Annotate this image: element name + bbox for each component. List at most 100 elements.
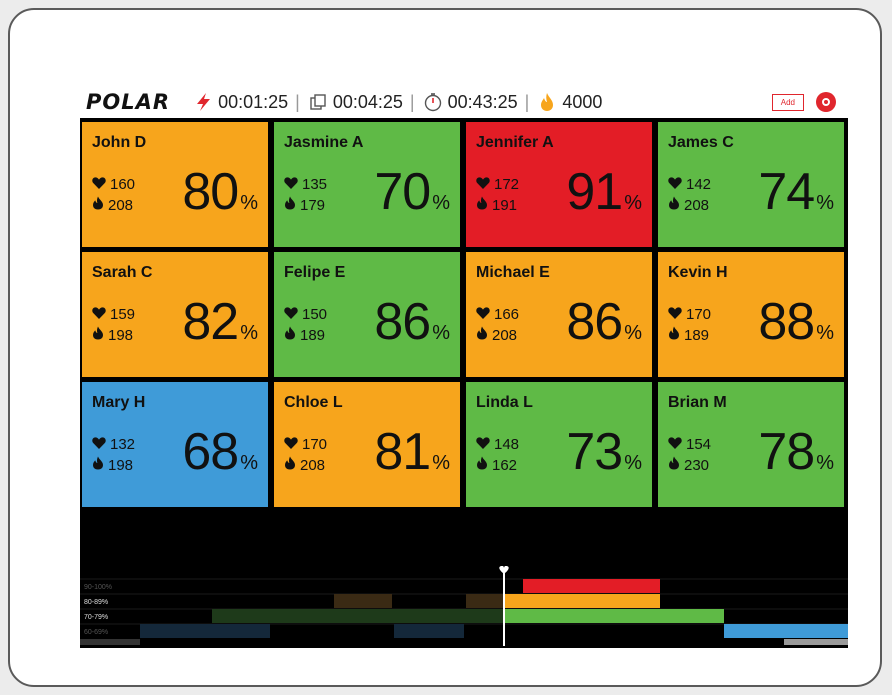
heart-icon bbox=[668, 176, 686, 193]
hr-percentage: 88% bbox=[758, 296, 834, 348]
calories-value: 189 bbox=[300, 326, 326, 344]
zone-bar-green bbox=[504, 609, 724, 623]
calories: 162 bbox=[476, 456, 517, 474]
hr-percentage: 74% bbox=[758, 166, 834, 218]
athlete-tile[interactable]: Kevin H 170 189 88% bbox=[658, 252, 844, 377]
hr-percentage: 81% bbox=[374, 426, 450, 478]
athlete-tile[interactable]: Jennifer A 172 191 91% bbox=[466, 122, 652, 247]
hr-percentage: 68% bbox=[182, 426, 258, 478]
lane-label-90: 90-100% bbox=[84, 584, 112, 591]
lane-label-80: 80-89% bbox=[84, 599, 108, 606]
calories: 208 bbox=[284, 456, 325, 474]
heart-icon bbox=[476, 176, 494, 193]
percentage-unit: % bbox=[432, 322, 450, 344]
separator: | bbox=[409, 91, 415, 112]
percentage-value: 91 bbox=[566, 163, 623, 221]
athlete-name: Chloe L bbox=[284, 394, 343, 411]
calories-value: 208 bbox=[492, 326, 518, 344]
top-bar: POLAR 00:01:25 | 00:04:25 | 00:43:25 | 4… bbox=[80, 86, 848, 118]
athlete-tile[interactable]: James C 142 208 74% bbox=[658, 122, 844, 247]
percentage-unit: % bbox=[816, 322, 834, 344]
heart-icon bbox=[476, 436, 494, 453]
calories: 208 bbox=[668, 196, 709, 214]
percentage-value: 78 bbox=[758, 423, 815, 481]
stopwatch-icon bbox=[422, 91, 444, 113]
segment-time: 00:04:25 bbox=[307, 91, 403, 113]
athlete-name: Kevin H bbox=[668, 264, 728, 281]
athlete-name: Jasmine A bbox=[284, 134, 364, 151]
calories: 191 bbox=[476, 196, 517, 214]
zone-bar-grey bbox=[80, 639, 140, 645]
percentage-value: 73 bbox=[566, 423, 623, 481]
heart-rate-value: 170 bbox=[686, 306, 712, 323]
athlete-name: John D bbox=[92, 134, 147, 151]
zone-bar-orange bbox=[504, 594, 660, 608]
copy-icon bbox=[307, 91, 329, 113]
zone-bar-dim bbox=[140, 624, 270, 638]
athlete-tile[interactable]: Felipe E 150 189 86% bbox=[274, 252, 460, 377]
total-time-value: 00:43:25 bbox=[447, 91, 518, 112]
hr-percentage: 86% bbox=[374, 296, 450, 348]
athlete-name: Linda L bbox=[476, 394, 533, 411]
heart-rate-value: 135 bbox=[302, 176, 328, 193]
add-button[interactable]: Add bbox=[771, 93, 804, 111]
calories: 198 bbox=[92, 326, 133, 344]
heart-icon bbox=[284, 176, 302, 193]
heart-rate-value: 150 bbox=[302, 306, 328, 323]
total-calories: 4000 bbox=[536, 91, 602, 113]
athlete-tile[interactable]: Chloe L 170 208 81% bbox=[274, 382, 460, 507]
percentage-value: 86 bbox=[566, 293, 623, 351]
heart-rate: 172 bbox=[476, 176, 519, 193]
athlete-tile[interactable]: Sarah C 159 198 82% bbox=[82, 252, 268, 377]
heart-rate: 148 bbox=[476, 436, 519, 453]
percentage-value: 86 bbox=[374, 293, 431, 351]
athlete-tile[interactable]: Jasmine A 135 179 70% bbox=[274, 122, 460, 247]
heart-icon bbox=[476, 306, 494, 323]
flame-icon bbox=[476, 326, 492, 344]
flame-icon bbox=[92, 326, 108, 344]
athlete-name: Jennifer A bbox=[476, 134, 554, 151]
athlete-name: James C bbox=[668, 134, 734, 151]
flame-icon bbox=[284, 196, 300, 214]
calories-value: 191 bbox=[492, 196, 518, 214]
calories: 208 bbox=[92, 196, 133, 214]
hr-percentage: 86% bbox=[566, 296, 642, 348]
heart-rate: 170 bbox=[284, 436, 327, 453]
heart-rate-value: 166 bbox=[494, 306, 520, 323]
percentage-unit: % bbox=[816, 192, 834, 214]
zone-bar-blue bbox=[724, 624, 848, 638]
heart-icon bbox=[92, 176, 110, 193]
athlete-tile[interactable]: Mary H 132 198 68% bbox=[82, 382, 268, 507]
stop-button[interactable] bbox=[816, 92, 836, 112]
athlete-tile[interactable]: Michael E 166 208 86% bbox=[466, 252, 652, 377]
zone-bar-grey bbox=[784, 639, 848, 645]
heart-rate: 135 bbox=[284, 176, 327, 193]
calories-value: 208 bbox=[108, 196, 134, 214]
heart-rate-value: 159 bbox=[110, 306, 136, 323]
heart-icon bbox=[92, 306, 110, 323]
calories-value: 198 bbox=[108, 326, 134, 344]
hr-percentage: 70% bbox=[374, 166, 450, 218]
heart-rate-value: 148 bbox=[494, 436, 520, 453]
flame-icon bbox=[92, 456, 108, 474]
athlete-tile[interactable]: Brian M 154 230 78% bbox=[658, 382, 844, 507]
percentage-value: 68 bbox=[182, 423, 239, 481]
calories: 179 bbox=[284, 196, 325, 214]
zone-bar-dim bbox=[466, 594, 504, 608]
calories: 189 bbox=[668, 326, 709, 344]
heart-rate: 160 bbox=[92, 176, 135, 193]
athlete-name: Michael E bbox=[476, 264, 550, 281]
lap-time-value: 00:01:25 bbox=[218, 91, 289, 112]
heart-rate-value: 170 bbox=[302, 436, 328, 453]
polar-logo: POLAR bbox=[86, 90, 171, 114]
flame-icon bbox=[92, 196, 108, 214]
flame-icon bbox=[476, 196, 492, 214]
segment-time-value: 00:04:25 bbox=[332, 91, 403, 112]
athlete-tile[interactable]: Linda L 148 162 73% bbox=[466, 382, 652, 507]
athlete-tile[interactable]: John D 160 208 80% bbox=[82, 122, 268, 247]
hr-percentage: 91% bbox=[566, 166, 642, 218]
zone-timeline: 90-100% 80-89% 70-79% 60-69% bbox=[80, 565, 848, 646]
stop-icon bbox=[822, 98, 830, 106]
heart-rate: 142 bbox=[668, 176, 711, 193]
percentage-unit: % bbox=[240, 192, 258, 214]
